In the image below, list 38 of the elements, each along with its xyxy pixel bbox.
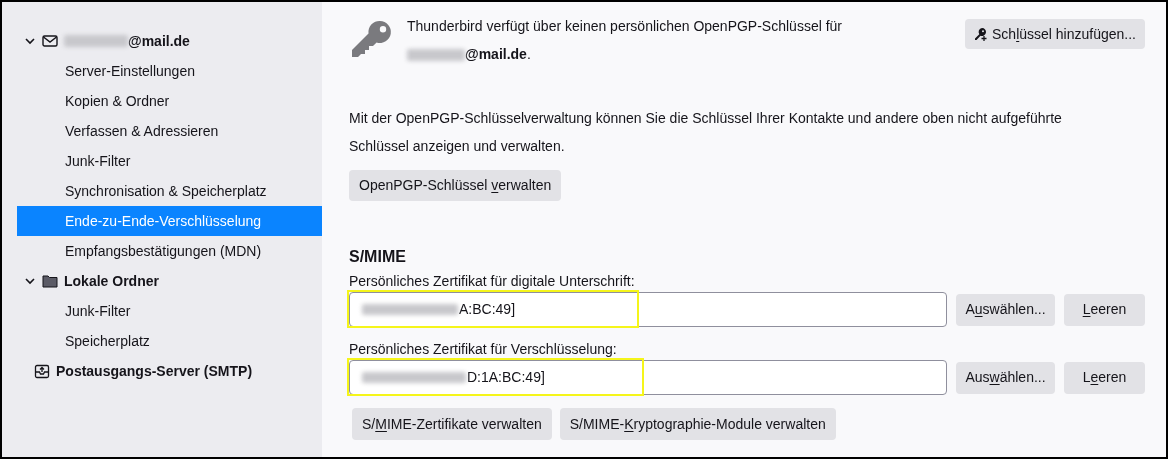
account-name: Lokale Ordner — [64, 271, 159, 291]
select-button[interactable]: Auswählen... — [956, 361, 1055, 394]
select-button[interactable]: Auswählen... — [956, 293, 1055, 326]
clear-button[interactable]: Leeren — [1064, 293, 1145, 326]
sidebar-item[interactable]: Kopien & Ordner — [17, 86, 322, 116]
clear-button[interactable]: Leeren — [1064, 361, 1145, 394]
manage-button[interactable]: S/MIME-Zertifikate verwalten — [352, 408, 552, 440]
field-label: Persönliches Zertifikat für Verschlüsselung: — [349, 340, 618, 358]
add-key-icon — [974, 27, 988, 41]
manage-button[interactable]: S/MIME-Kryptographie-Module verwalten — [559, 408, 836, 440]
chevron-icon[interactable] — [24, 35, 36, 47]
manage-keys-button[interactable]: OpenPGP-Schlüssel verwalten — [349, 170, 562, 201]
account-name: Postausgangs-Server (SMTP) — [56, 361, 253, 381]
blurred-text — [407, 49, 465, 62]
sidebar-item[interactable]: Speicherplatz — [17, 326, 322, 356]
field-label: Persönliches Zertifikat für digitale Unterschrift: — [349, 272, 636, 290]
outbox-icon — [34, 363, 50, 379]
sidebar-item[interactable]: Empfangsbestätigungen (MDN) — [17, 236, 322, 266]
info-text: Mit der OpenPGP-Schlüsselverwaltung können Sie die Schlüssel Ihrer Kontakte und andere oben nicht aufgeführte Schlüssel anzeigen und verwalten. — [349, 109, 1063, 156]
account-name: @mail.de — [128, 31, 190, 51]
sidebar-item[interactable]: Ende-zu-Ende-Verschlüsselung — [17, 206, 322, 236]
folder-icon — [42, 274, 58, 288]
account-row[interactable]: Lokale Ordner — [17, 266, 322, 296]
sidebar-item[interactable]: Junk-Filter — [17, 146, 322, 176]
sidebar-item[interactable]: Verfassen & Adressieren — [17, 116, 322, 146]
section-heading: S/MIME — [349, 247, 407, 267]
sidebar-item[interactable]: Synchronisation & Speicherplatz — [17, 176, 322, 206]
chevron-icon[interactable] — [24, 275, 36, 287]
blurred-text — [64, 35, 128, 47]
certificate-field[interactable]: D:1A:BC:49] — [349, 360, 947, 395]
account-row[interactable]: Postausgangs-Server (SMTP) — [17, 356, 322, 386]
certificate-field[interactable]: A:BC:49] — [349, 292, 947, 327]
add-key-button[interactable]: Schlüssel hinzufügen... — [965, 19, 1145, 49]
sidebar-item[interactable]: Server-Einstellungen — [17, 56, 322, 86]
envelope-icon — [42, 34, 58, 48]
account-row[interactable]: @mail.de — [17, 26, 322, 56]
sidebar-item[interactable]: Junk-Filter — [17, 296, 322, 326]
no-key-message: Thunderbird verfügt über keinen persönlichen OpenPGP-Schlüssel für @mail.de. — [407, 17, 844, 64]
